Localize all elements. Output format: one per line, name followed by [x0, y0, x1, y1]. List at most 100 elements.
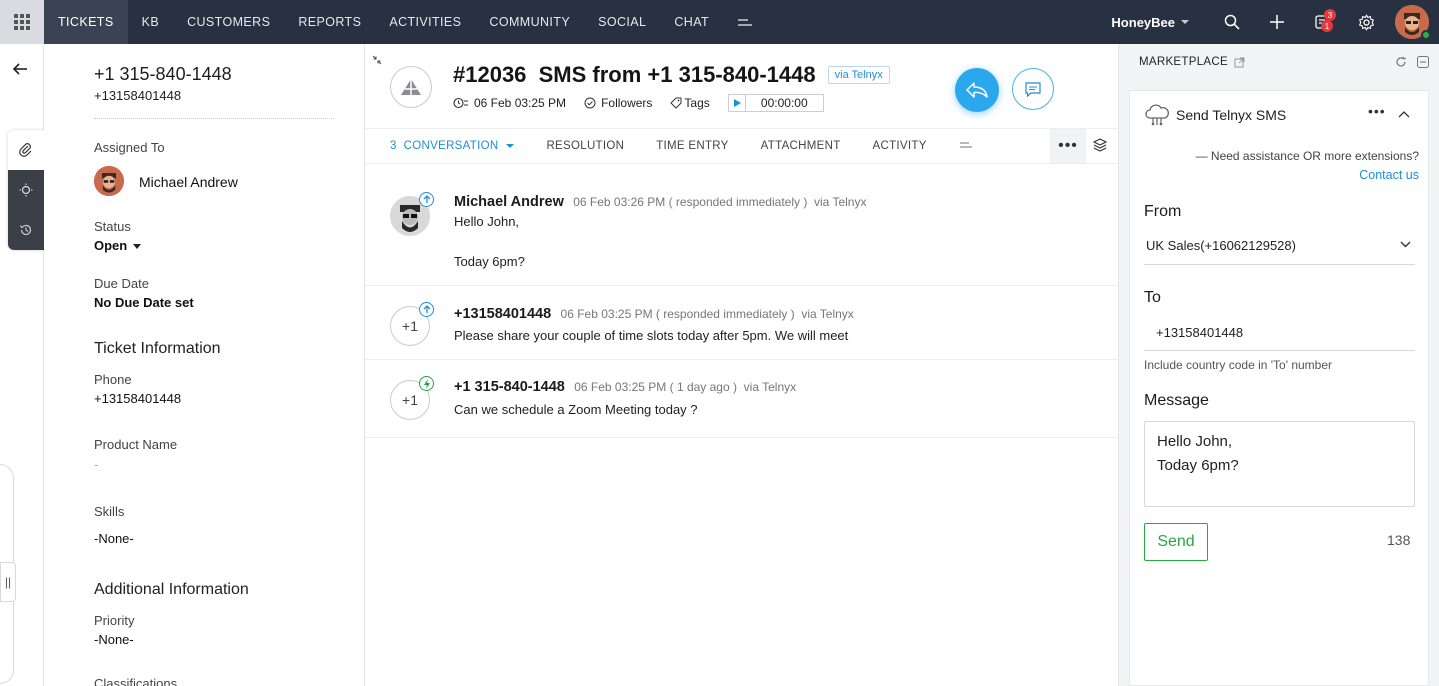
time-tracker: 00:00:00 — [727, 94, 824, 112]
message-line: Today 6pm? — [454, 254, 525, 269]
rail-tab-attachments[interactable] — [8, 130, 44, 170]
tags-button[interactable]: Tags — [670, 96, 710, 110]
ticket-detail: #12036 SMS from +1 315-840-1448 via Teln… — [365, 44, 1119, 686]
followers-button[interactable]: Followers — [584, 96, 652, 110]
marketplace-panel: MARKETPLACE Send Telnyx SMS ••• — Need a… — [1119, 44, 1439, 686]
tag-icon — [670, 97, 682, 109]
tab-attachment[interactable]: ATTACHMENT — [745, 140, 857, 152]
nav-tab-tickets[interactable]: TICKETS — [44, 0, 128, 44]
message-label: Message — [1144, 392, 1209, 409]
top-navigation: TICKETS KB CUSTOMERS REPORTS ACTIVITIES … — [0, 0, 1439, 44]
refresh-button[interactable] — [1395, 55, 1407, 73]
comment-icon — [1025, 81, 1041, 97]
character-count: 138 — [1387, 532, 1411, 548]
conversation-item[interactable]: Michael Andrew 06 Feb 03:26 PM ( respond… — [365, 165, 1119, 286]
minimize-button[interactable] — [1417, 55, 1429, 73]
skills-value[interactable]: -None- — [94, 531, 134, 546]
paperclip-icon — [19, 143, 32, 157]
external-link-icon[interactable] — [1234, 57, 1245, 68]
settings-button[interactable] — [1344, 0, 1389, 44]
tab-conversation-label: 3 CONVERSATION — [390, 140, 499, 152]
marketplace-title[interactable]: MARKETPLACE — [1139, 56, 1228, 68]
nav-tab-community[interactable]: COMMUNITY — [475, 0, 584, 44]
contact-name[interactable]: +1 315-840-1448 — [94, 64, 232, 85]
message-author: +1 315-840-1448 — [454, 379, 565, 395]
nav-tab-activities[interactable]: ACTIVITIES — [375, 0, 475, 44]
back-button[interactable] — [12, 62, 28, 81]
contact-us-link[interactable]: Contact us — [1359, 168, 1419, 182]
ticket-subject: #12036 SMS from +1 315-840-1448 — [453, 62, 816, 87]
nav-more-button[interactable] — [723, 0, 767, 44]
nav-tab-chat[interactable]: CHAT — [660, 0, 723, 44]
org-switcher[interactable]: HoneyBee — [1111, 15, 1189, 30]
rail-tab-history[interactable] — [8, 210, 44, 250]
ticket-date-text: 06 Feb 03:25 PM — [474, 96, 567, 110]
message-header: +1 315-840-1448 06 Feb 03:25 PM ( 1 day … — [454, 379, 796, 395]
nav-tab-kb[interactable]: KB — [128, 0, 173, 44]
to-label: To — [1144, 289, 1161, 306]
notification-badge-secondary: 1 — [1321, 20, 1333, 32]
more-lines-icon — [959, 142, 972, 148]
reply-button[interactable] — [955, 68, 999, 112]
to-phone-input[interactable] — [1144, 315, 1415, 351]
widget-more-button[interactable]: ••• — [1368, 103, 1386, 119]
message-meta: 06 Feb 03:25 PM ( responded immediately … — [560, 307, 854, 321]
due-date-value[interactable]: No Due Date set — [94, 295, 194, 310]
message-textarea[interactable]: Hello John, Today 6pm? — [1144, 421, 1415, 507]
widget-collapse-button[interactable] — [1398, 105, 1410, 123]
tab-activity[interactable]: ACTIVITY — [857, 140, 943, 152]
add-button[interactable] — [1254, 0, 1299, 44]
arrow-up-icon — [423, 305, 430, 313]
refresh-icon — [1396, 56, 1407, 67]
nav-tab-social[interactable]: SOCIAL — [584, 0, 660, 44]
caret-down-icon — [133, 244, 142, 250]
plus-icon — [1269, 15, 1284, 29]
panel-resize-handle[interactable]: || — [0, 562, 16, 602]
send-sms-button[interactable]: Send — [1144, 523, 1208, 561]
ellipsis-icon: ••• — [1368, 103, 1386, 119]
tab-resolution[interactable]: RESOLUTION — [530, 140, 640, 152]
followers-label: Followers — [601, 96, 653, 110]
tab-time-entry[interactable]: TIME ENTRY — [640, 140, 744, 152]
widget-title: Send Telnyx SMS — [1176, 107, 1287, 123]
layers-button[interactable] — [1092, 138, 1108, 157]
rail-tab-insights[interactable] — [8, 170, 44, 210]
tab-conversation[interactable]: 3 CONVERSATION — [365, 140, 530, 152]
channel-badge: via Telnyx — [827, 66, 890, 84]
status-dropdown[interactable]: Open — [94, 238, 142, 253]
avatar-face-icon — [94, 166, 124, 196]
nav-tab-reports[interactable]: REPORTS — [284, 0, 375, 44]
nav-tab-customers[interactable]: CUSTOMERS — [173, 0, 284, 44]
nav-right-actions: HoneyBee 3 1 — [1111, 0, 1439, 44]
message-body: Hello John, Today 6pm? — [454, 212, 525, 272]
org-name: HoneyBee — [1111, 14, 1175, 30]
online-status-dot — [1421, 30, 1431, 40]
add-comment-button[interactable] — [1012, 68, 1054, 110]
minimize-icon — [1417, 56, 1429, 68]
arrow-up-icon — [423, 195, 430, 203]
from-select[interactable]: UK Sales(+16062129528) — [1144, 227, 1415, 265]
conversation-item[interactable]: +1 +1 315-840-1448 06 Feb 03:25 PM ( 1 d… — [365, 360, 1119, 438]
telnyx-sms-widget: Send Telnyx SMS ••• — Need assistance OR… — [1129, 90, 1429, 686]
priority-value[interactable]: -None- — [94, 632, 134, 647]
more-options-button[interactable]: ••• — [1050, 129, 1086, 163]
assignee-name[interactable]: Michael Andrew — [139, 174, 238, 190]
timer-play-button[interactable] — [727, 94, 746, 112]
message-author: Michael Andrew — [454, 194, 564, 210]
outgoing-indicator — [419, 302, 434, 317]
clock-icon — [453, 97, 468, 109]
left-rail: || — [0, 44, 44, 686]
message-header: +13158401448 06 Feb 03:25 PM ( responded… — [454, 306, 854, 322]
user-avatar[interactable] — [1395, 5, 1431, 40]
collapse-button[interactable] — [372, 52, 382, 70]
tabs-more-button[interactable] — [943, 140, 989, 152]
notifications-button[interactable]: 3 1 — [1299, 0, 1344, 44]
conversation-item[interactable]: +1 +13158401448 06 Feb 03:25 PM ( respon… — [365, 286, 1119, 360]
message-header: Michael Andrew 06 Feb 03:26 PM ( respond… — [454, 194, 866, 210]
message-meta: 06 Feb 03:25 PM ( 1 day ago ) via Telnyx — [574, 380, 797, 394]
search-button[interactable] — [1209, 0, 1254, 44]
phone-value[interactable]: +13158401448 — [94, 391, 181, 406]
priority-label: Priority — [94, 613, 135, 628]
product-name-value[interactable]: - — [94, 457, 98, 472]
apps-grid-button[interactable] — [0, 0, 44, 44]
